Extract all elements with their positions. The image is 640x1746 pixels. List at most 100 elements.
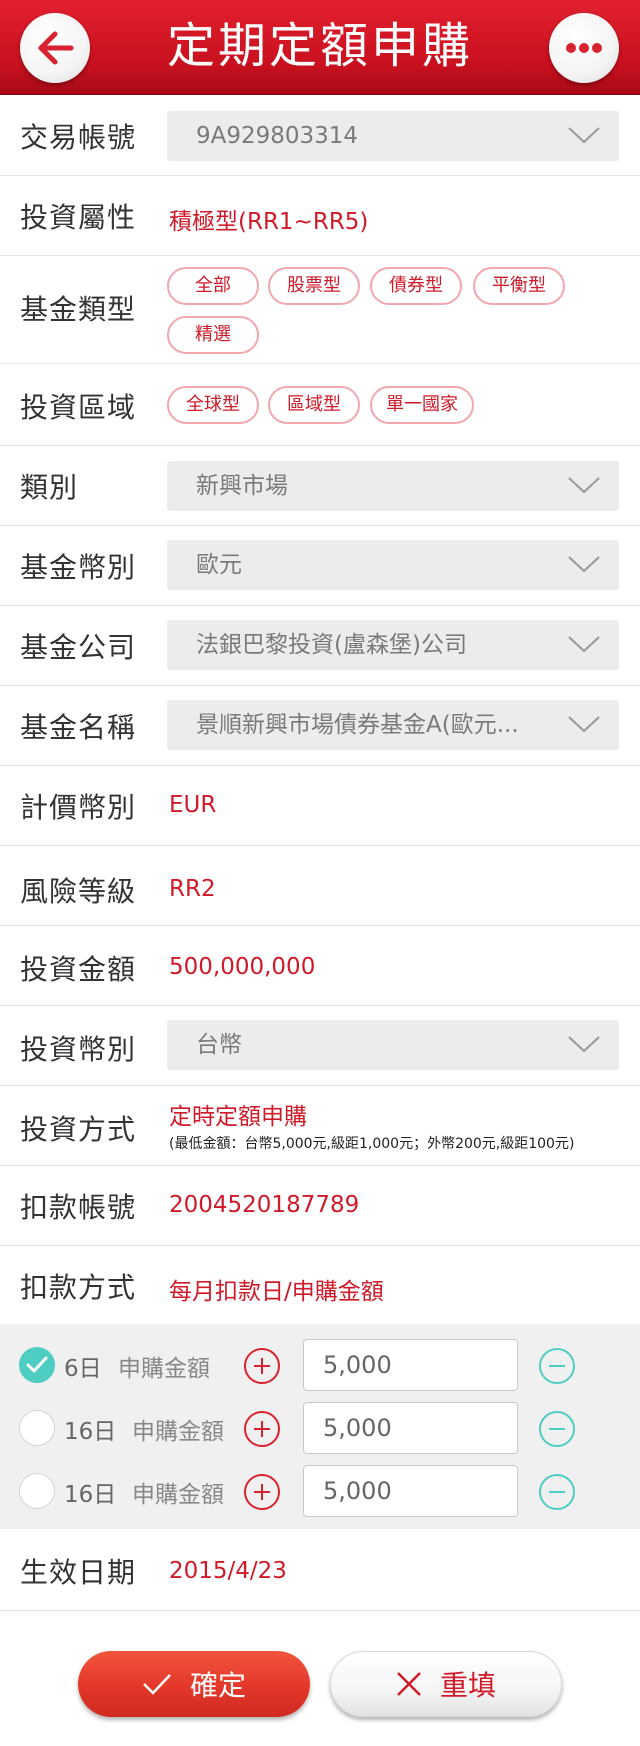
remove-row-button[interactable]: [539, 1411, 575, 1447]
check-icon: [142, 1672, 172, 1696]
fund-type-bond-chip[interactable]: 債券型: [370, 267, 462, 305]
invest-currency-row: 投資幣別 台幣: [0, 1006, 640, 1086]
fund-type-balanced-chip[interactable]: 平衡型: [473, 267, 565, 305]
fund-name-select[interactable]: 景順新興市場債券基金A(歐元...: [167, 700, 619, 750]
schedule-amount-label: 申購金額: [132, 1419, 224, 1445]
debit-account-label: 扣款帳號: [20, 1191, 137, 1224]
fund-name-value: 景順新興市場債券基金A(歐元...: [196, 712, 519, 738]
close-icon: [396, 1671, 422, 1697]
schedule-amount-label: 申購金額: [118, 1356, 210, 1382]
fund-currency-value: 歐元: [196, 552, 242, 578]
invest-method-label: 投資方式: [20, 1113, 137, 1146]
confirm-button[interactable]: 確定: [78, 1651, 310, 1717]
add-row-button[interactable]: [244, 1474, 280, 1510]
invest-currency-select[interactable]: 台幣: [167, 1020, 619, 1070]
more-button[interactable]: [549, 13, 619, 83]
fund-type-all-chip[interactable]: 全部: [167, 267, 259, 305]
category-row: 類別 新興市場: [0, 446, 640, 526]
fund-type-label: 基金類型: [20, 293, 137, 326]
schedule-row: 16日 申購金額: [0, 1397, 640, 1457]
account-select[interactable]: 9A929803314: [167, 111, 619, 161]
effective-date-row: 生效日期 2015/4/23: [0, 1529, 640, 1611]
invest-amount-row: 投資金額 500,000,000: [0, 926, 640, 1006]
add-row-button[interactable]: [244, 1411, 280, 1447]
schedule-amount-label: 申購金額: [132, 1482, 224, 1508]
remove-row-button[interactable]: [539, 1348, 575, 1384]
fund-name-label: 基金名稱: [20, 711, 137, 744]
fund-type-featured-chip[interactable]: 精選: [167, 316, 259, 354]
debit-account-value: 2004520187789: [169, 1192, 360, 1218]
schedule-row: 16日 申購金額: [0, 1460, 640, 1520]
add-row-button[interactable]: [244, 1348, 280, 1384]
schedule-checkbox[interactable]: [19, 1473, 55, 1509]
invest-method-note: (最低金額：台幣5,000元,級距1,000元；外幣200元,級距100元): [169, 1136, 575, 1152]
risk-profile-row: 投資屬性 積極型(RR1~RR5): [0, 176, 640, 256]
fund-name-row: 基金名稱 景順新興市場債券基金A(歐元...: [0, 686, 640, 766]
category-select[interactable]: 新興市場: [167, 461, 619, 511]
pricing-currency-label: 計價幣別: [20, 791, 137, 824]
fund-company-row: 基金公司 法銀巴黎投資(盧森堡)公司: [0, 606, 640, 686]
invest-amount-label: 投資金額: [20, 953, 137, 986]
schedule-day: 16日: [64, 1482, 117, 1508]
pricing-currency-value: EUR: [169, 792, 217, 818]
schedule-row: 6日 申購金額: [0, 1334, 640, 1394]
account-value: 9A929803314: [196, 123, 359, 149]
risk-level-value: RR2: [169, 876, 216, 902]
schedule-amount-input[interactable]: [303, 1465, 518, 1517]
more-dots-icon: [566, 43, 602, 53]
fund-type-equity-chip[interactable]: 股票型: [268, 267, 360, 305]
risk-level-row: 風險等級 RR2: [0, 846, 640, 926]
region-single-country-chip[interactable]: 單一國家: [370, 386, 474, 424]
region-row: 投資區域 全球型 區域型 單一國家: [0, 364, 640, 446]
page-title: 定期定額申購: [166, 18, 473, 74]
invest-method-row: 投資方式 定時定額申購 (最低金額：台幣5,000元,級距1,000元；外幣20…: [0, 1086, 640, 1166]
fund-type-row: 基金類型 全部 股票型 債券型 平衡型 精選: [0, 256, 640, 364]
app-header: 定期定額申購: [0, 0, 640, 95]
invest-method-value: 定時定額申購: [169, 1104, 307, 1130]
debit-schedule: 6日 申購金額 16日 申購金額 16日 申購金額: [0, 1324, 640, 1529]
schedule-checkbox[interactable]: [19, 1410, 55, 1446]
remove-row-button[interactable]: [539, 1474, 575, 1510]
region-global-chip[interactable]: 全球型: [167, 386, 259, 424]
chevron-down-icon: [568, 716, 600, 733]
chevron-down-icon: [568, 636, 600, 653]
fund-currency-row: 基金幣別 歐元: [0, 526, 640, 606]
debit-account-row: 扣款帳號 2004520187789: [0, 1166, 640, 1246]
debit-method-row: 扣款方式 每月扣款日/申購金額: [0, 1246, 640, 1324]
chevron-down-icon: [568, 556, 600, 573]
reset-button[interactable]: 重填: [330, 1651, 562, 1717]
schedule-amount-input[interactable]: [303, 1402, 518, 1454]
chevron-down-icon: [568, 477, 600, 494]
category-value: 新興市場: [196, 473, 288, 499]
schedule-checkbox[interactable]: [19, 1347, 55, 1383]
chevron-down-icon: [568, 1036, 600, 1053]
fund-currency-select[interactable]: 歐元: [167, 540, 619, 590]
account-row: 交易帳號 9A929803314: [0, 96, 640, 176]
risk-level-label: 風險等級: [20, 875, 137, 908]
fund-company-select[interactable]: 法銀巴黎投資(盧森堡)公司: [167, 620, 619, 670]
invest-amount-value: 500,000,000: [169, 954, 316, 980]
debit-method-label: 扣款方式: [20, 1271, 137, 1304]
chevron-down-icon: [568, 127, 600, 144]
check-icon: [26, 1356, 48, 1373]
risk-profile-label: 投資屬性: [20, 201, 137, 234]
effective-date-value: 2015/4/23: [169, 1558, 287, 1584]
reset-label: 重填: [439, 1669, 496, 1702]
invest-currency-label: 投資幣別: [20, 1033, 137, 1066]
pricing-currency-row: 計價幣別 EUR: [0, 766, 640, 846]
schedule-day: 16日: [64, 1419, 117, 1445]
schedule-amount-input[interactable]: [303, 1339, 518, 1391]
risk-profile-value: 積極型(RR1~RR5): [169, 209, 369, 235]
fund-company-value: 法銀巴黎投資(盧森堡)公司: [196, 632, 467, 658]
invest-currency-value: 台幣: [196, 1032, 242, 1058]
debit-method-value: 每月扣款日/申購金額: [169, 1279, 384, 1305]
confirm-label: 確定: [189, 1669, 246, 1702]
account-label: 交易帳號: [20, 121, 137, 154]
fund-currency-label: 基金幣別: [20, 551, 137, 584]
region-regional-chip[interactable]: 區域型: [268, 386, 360, 424]
fund-company-label: 基金公司: [20, 631, 137, 664]
effective-date-label: 生效日期: [20, 1556, 137, 1589]
category-label: 類別: [20, 471, 79, 504]
region-label: 投資區域: [20, 391, 137, 424]
schedule-day: 6日: [64, 1356, 102, 1382]
